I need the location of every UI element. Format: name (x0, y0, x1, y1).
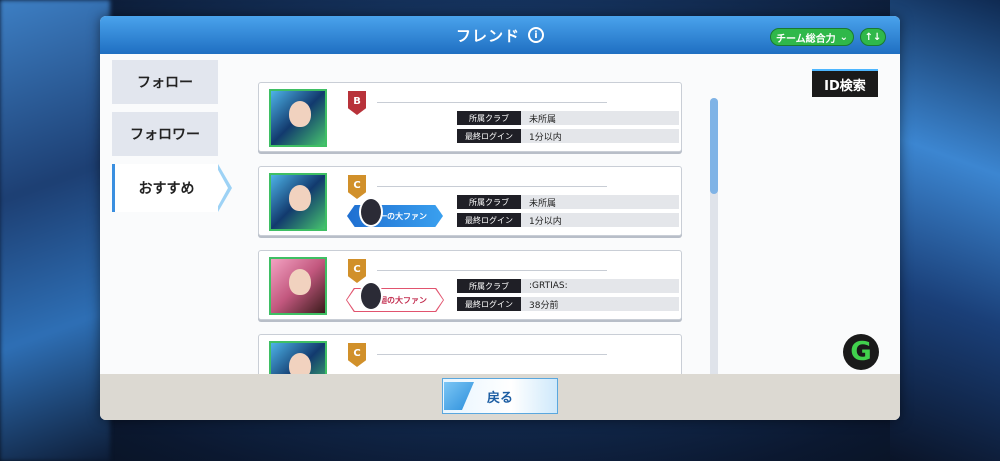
rank-badge: C (348, 175, 366, 199)
login-row: 最終ログイン 1分以内 (457, 213, 679, 227)
club-value: 未所属 (529, 114, 557, 125)
club-value: 未所属 (529, 198, 557, 209)
friend-card[interactable]: C (258, 334, 682, 374)
friend-panel: フレンド i チーム総合力 ⌄ ↑↓ フォロー フォロワー おすすめ B 所属ク… (100, 16, 900, 420)
login-row: 最終ログイン 38分前 (457, 297, 679, 311)
friend-card[interactable]: C 蜂楽 廻の大ファン 所属クラブ :GRTIAS: 最終ログイン 38分前 (258, 250, 682, 320)
background-right (890, 0, 1000, 461)
back-label: 戻る (486, 390, 513, 406)
tab-follower[interactable]: フォロワー (112, 112, 218, 156)
club-row: 所属クラブ 未所属 (457, 111, 679, 125)
rank-badge: C (348, 343, 366, 367)
refresh-icon[interactable]: G (843, 334, 879, 370)
chevron-down-icon: ⌄ (839, 31, 849, 43)
club-row: 所属クラブ :GRTIAS: (457, 279, 679, 293)
club-row: 所属クラブ 未所属 (457, 195, 679, 209)
tab-label: おすすめ (138, 181, 195, 197)
club-label: 所属クラブ (457, 195, 521, 209)
club-label: 所属クラブ (457, 279, 521, 293)
friend-card[interactable]: C 潔 世一の大ファン 所属クラブ 未所属 最終ログイン 1分以内 (258, 166, 682, 236)
tab-label: フォロワー (130, 127, 200, 143)
id-search-button[interactable]: ID検索 (812, 69, 878, 97)
login-value: 1分以内 (529, 132, 562, 143)
club-label: 所属クラブ (457, 111, 521, 125)
player-name-line (377, 270, 607, 271)
sort-order-button[interactable]: ↑↓ (860, 28, 886, 46)
player-avatar (269, 89, 327, 147)
player-name-line (377, 354, 607, 355)
tab-recommended[interactable]: おすすめ (112, 164, 218, 212)
sort-label: チーム総合力 (775, 33, 836, 45)
scrollbar-thumb[interactable] (710, 98, 718, 194)
login-row: 最終ログイン 1分以内 (457, 129, 679, 143)
rank-badge: B (348, 91, 366, 115)
login-value: 1分以内 (529, 216, 562, 227)
player-avatar (269, 341, 327, 374)
login-label: 最終ログイン (457, 297, 521, 311)
player-name-line (377, 102, 607, 103)
panel-body: フォロー フォロワー おすすめ B 所属クラブ 未所属 最終ログイン 1分以内 (100, 54, 900, 378)
fan-character-icon (359, 281, 383, 311)
sort-order-icon: ↑↓ (864, 31, 882, 43)
club-value: :GRTIAS: (529, 281, 568, 291)
info-icon[interactable]: i (528, 27, 544, 43)
player-avatar (269, 257, 327, 315)
rank-badge: C (348, 259, 366, 283)
login-value: 38分前 (529, 300, 559, 311)
avatar-face (289, 101, 311, 127)
friend-card[interactable]: B 所属クラブ 未所属 最終ログイン 1分以内 (258, 82, 682, 152)
login-label: 最終ログイン (457, 213, 521, 227)
background-left (0, 0, 110, 461)
avatar-face (289, 185, 311, 211)
panel-title: フレンド (455, 26, 520, 45)
tab-follow[interactable]: フォロー (112, 60, 218, 104)
panel-footer: 戻る (100, 374, 900, 420)
player-name-line (377, 186, 607, 187)
avatar-face (289, 269, 311, 295)
fan-character-icon (359, 197, 383, 227)
login-label: 最終ログイン (457, 129, 521, 143)
player-avatar (269, 173, 327, 231)
tab-label: フォロー (137, 75, 193, 91)
active-tab-arrow-inner (217, 168, 228, 208)
friend-list: B 所属クラブ 未所属 最終ログイン 1分以内 C 潔 世一の大ファン 所属クラ… (258, 82, 684, 374)
panel-header: フレンド i チーム総合力 ⌄ ↑↓ (100, 16, 900, 54)
list-scrollbar[interactable] (710, 98, 718, 378)
sort-dropdown-button[interactable]: チーム総合力 ⌄ (770, 28, 854, 46)
avatar-face (289, 353, 311, 374)
